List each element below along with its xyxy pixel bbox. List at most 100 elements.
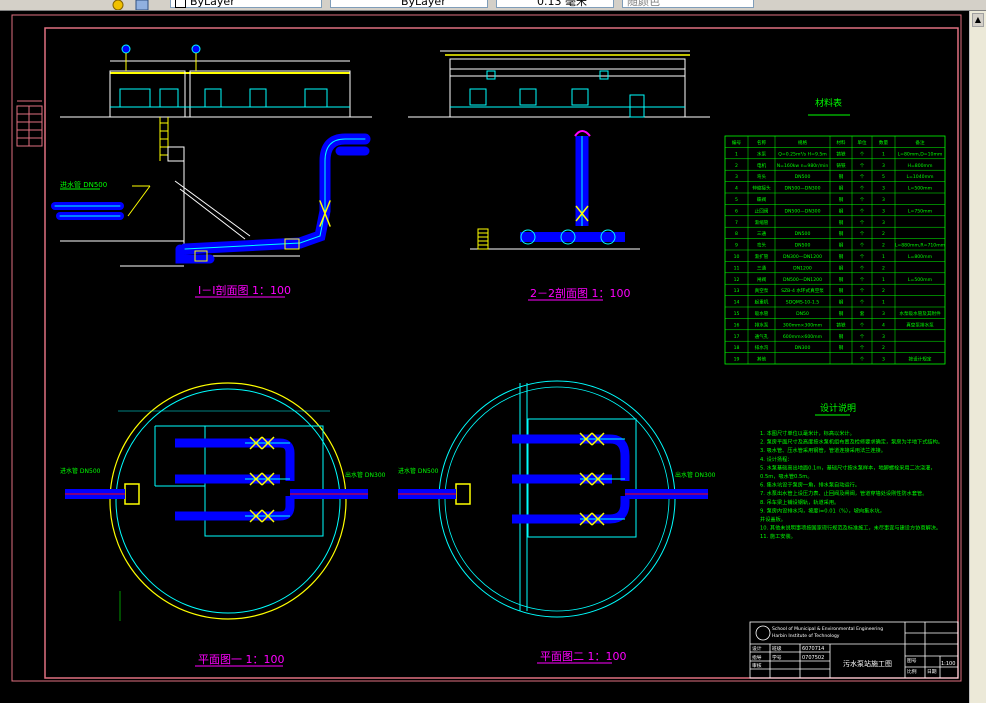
color-combo-value: ByLayer	[190, 0, 235, 8]
materials-cell: 17	[734, 334, 740, 340]
materials-cell: 钢	[839, 219, 844, 226]
materials-cell: N=160kw n=980r/min	[777, 163, 829, 169]
materials-cell: 起重机	[755, 299, 769, 306]
materials-cell: 水泵	[757, 150, 767, 157]
materials-cell: 个	[860, 357, 865, 363]
materials-cell: 19	[734, 357, 740, 363]
notes-line: 11. 施工安装。	[760, 532, 796, 540]
materials-cell: 钢	[839, 230, 844, 237]
linetype-combo[interactable]: ByLayer	[330, 0, 488, 8]
title-block-label: 学号	[772, 654, 782, 661]
materials-header-cell: 材料	[836, 139, 846, 146]
materials-cell: 钢	[839, 173, 844, 180]
materials-cell: 2	[735, 163, 738, 169]
materials-header-cell: 备注	[915, 139, 925, 146]
materials-cell: L=880mm,R=710mm	[895, 243, 946, 249]
materials-title: 材料表	[815, 97, 842, 109]
materials-cell: 个	[860, 243, 865, 249]
title-block-label: 班级	[772, 645, 782, 652]
notes-line: 6. 集水坑设于泵房一角，排水泵自动运行。	[760, 481, 860, 489]
section-2-title: 2－2剖面图 1：100	[530, 286, 631, 300]
plan-2	[398, 380, 708, 618]
layer-state-icon[interactable]	[112, 0, 124, 10]
materials-cell: 个	[860, 220, 865, 226]
section-2-building	[408, 50, 710, 250]
materials-cell: 3	[882, 334, 885, 340]
notes-line: 8. 吊车梁上铺设钢轨，轨道采用。	[760, 498, 839, 506]
scroll-up-arrow-icon[interactable]: ▲	[972, 13, 984, 27]
color-combo[interactable]: ByLayer	[170, 0, 322, 8]
materials-cell: 3	[735, 174, 738, 180]
materials-cell: 钢	[839, 276, 844, 283]
materials-cell: DN500—DN1200	[783, 277, 822, 283]
materials-cell: L=1040mm	[906, 174, 934, 180]
notes-title: 设计说明	[820, 402, 856, 414]
materials-cell: 13	[734, 288, 740, 294]
notes-line: 4. 设计扬程：	[760, 455, 793, 463]
materials-cell: 钢	[839, 253, 844, 260]
title-block-school-en: School of Municipal & Environmental Engi…	[772, 626, 883, 632]
vertical-scrollbar[interactable]: ▲	[969, 11, 986, 703]
notes-line: 5. 水泵基础高出地面0.1m，基础尺寸按水泵样本，地脚螺栓采用二次浇灌，	[760, 463, 936, 471]
materials-cell: 水泵吸水管及其附件	[899, 310, 941, 317]
materials-cell: 铸铁	[836, 162, 846, 169]
notes-line: 并设盖板。	[760, 515, 786, 523]
materials-cell: 渐缩管	[755, 219, 769, 226]
title-block-student-id: 6070714	[802, 646, 824, 652]
title-block-label: 审核	[752, 662, 762, 669]
materials-cell: 1	[882, 151, 885, 157]
materials-cell: 三通	[757, 230, 767, 237]
materials-cell: 按设计规定	[909, 356, 932, 363]
notes-line: 10. 其他未说明事项按国家现行规范及标准施工，未尽事宜与建设方协商解决。	[760, 524, 941, 532]
materials-cell: 闸阀	[757, 276, 767, 283]
section-1-pipes	[51, 133, 371, 264]
materials-cell: 3	[882, 357, 885, 363]
lineweight-combo-value: 0.13 毫米	[537, 0, 587, 8]
materials-cell: 2	[882, 231, 885, 237]
materials-cell: 12	[734, 277, 740, 283]
materials-cell: 2	[882, 243, 885, 249]
materials-cell: 钢	[839, 333, 844, 340]
materials-cell: 个	[860, 345, 865, 351]
model-space-canvas[interactable]: 进水管 DN500 I－I剖面图 1：100 2－2剖面图 1：100 进水管 …	[0, 11, 986, 703]
plotstyle-combo-value: 随颜色	[627, 0, 660, 8]
materials-cell: 钢	[839, 196, 844, 203]
materials-header-cell: 单位	[857, 139, 867, 146]
design-notes: 1. 本图尺寸单位以毫米计，标高以米计。2. 泵房平面尺寸及高度按水泵机组布置及…	[760, 429, 943, 540]
materials-cell: Q=0.25m³/s H=9.5m	[778, 151, 827, 157]
materials-cell: 伸缩接头	[752, 185, 771, 192]
inner-frame	[44, 27, 959, 679]
materials-cell: 个	[860, 208, 865, 214]
lineweight-combo[interactable]: 0.13 毫米	[496, 0, 614, 8]
materials-cell: 钢	[839, 207, 844, 214]
materials-cell: 个	[860, 254, 865, 260]
section-2-pipes	[520, 130, 625, 245]
title-block-label: 设计	[752, 645, 762, 652]
materials-cell: 2	[882, 288, 885, 294]
materials-cell: DN500	[795, 243, 811, 249]
materials-cell: 弯头	[757, 242, 767, 249]
materials-header-cell: 规格	[798, 139, 808, 146]
materials-cell: 2	[882, 345, 885, 351]
materials-cell: 7	[735, 220, 738, 226]
materials-cell: 2	[882, 265, 885, 271]
plotstyle-combo[interactable]: 随颜色	[622, 0, 754, 8]
materials-cell: 3	[882, 311, 885, 317]
plan-1-title: 平面图一 1：100	[198, 653, 285, 666]
materials-cell: 三通	[757, 264, 767, 271]
materials-cell: 渐扩管	[755, 253, 769, 260]
materials-cell: 16	[734, 322, 740, 328]
color-swatch	[175, 0, 186, 8]
materials-cell: 1	[882, 300, 885, 306]
materials-cell: 14	[734, 300, 740, 306]
materials-cell: 1	[882, 254, 885, 260]
notes-line: 3. 吸水管、压水管采用钢管，管道连接采用法兰连接。	[760, 446, 886, 454]
layer-previous-icon[interactable]	[135, 0, 149, 10]
materials-cell: 个	[860, 277, 865, 283]
materials-cell: 5	[882, 174, 885, 180]
materials-cell: 个	[860, 300, 865, 306]
materials-cell: 3	[882, 163, 885, 169]
materials-cell: 3	[882, 208, 885, 214]
materials-cell: DN1200	[793, 265, 812, 271]
materials-cell: 18	[734, 345, 740, 351]
